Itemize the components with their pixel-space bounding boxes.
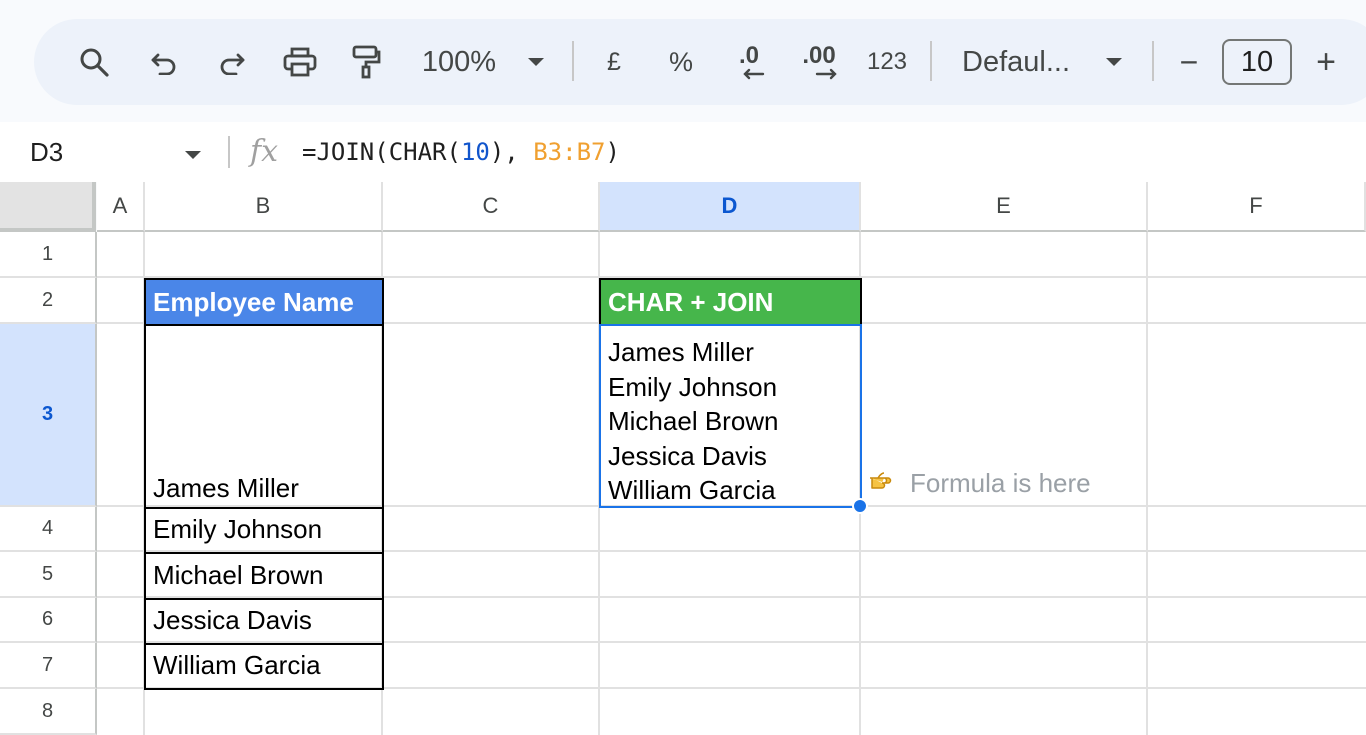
- toolbar: 100% £ % .0 .00 123 Defaul... − 10 +: [34, 19, 1366, 105]
- column-header-d[interactable]: D: [600, 182, 861, 232]
- formula-bar: D3 fx =JOIN(CHAR(10), B3:B7): [0, 122, 1366, 182]
- row-header-3[interactable]: 3: [0, 324, 97, 507]
- annotation-text: Formula is here: [910, 468, 1091, 498]
- increase-decimal-button[interactable]: .00: [794, 19, 844, 105]
- select-all-indicator: [0, 182, 96, 232]
- increase-font-size-button[interactable]: +: [1308, 19, 1344, 105]
- percent-button[interactable]: %: [664, 19, 698, 105]
- toolbar-area: 100% £ % .0 .00 123 Defaul... − 10 +: [0, 0, 1366, 122]
- search-icon[interactable]: [72, 19, 116, 105]
- cell-d3-selected[interactable]: James Miller Emily Johnson Michael Brown…: [599, 324, 862, 508]
- formula-input[interactable]: =JOIN(CHAR(10), B3:B7): [302, 136, 620, 168]
- currency-button[interactable]: £: [600, 19, 628, 105]
- zoom-value: 100%: [421, 45, 497, 78]
- undo-icon[interactable]: [144, 19, 184, 105]
- redo-icon[interactable]: [212, 19, 252, 105]
- row-header-1[interactable]: 1: [0, 232, 97, 278]
- font-family-select[interactable]: Defaul...: [962, 19, 1080, 105]
- gridline: [1146, 232, 1148, 735]
- toolbar-divider: [572, 41, 574, 81]
- cell-b2[interactable]: Employee Name: [144, 278, 384, 326]
- fill-handle[interactable]: [852, 498, 868, 514]
- cell-d2[interactable]: CHAR + JOIN: [599, 278, 862, 326]
- zoom-dropdown-icon[interactable]: [524, 19, 548, 105]
- arrow-left-icon: [743, 68, 765, 80]
- column-header-f[interactable]: F: [1148, 182, 1366, 232]
- cell-b3[interactable]: James Miller: [144, 324, 384, 509]
- cell-b4[interactable]: Emily Johnson: [144, 507, 384, 554]
- formula-bar-divider: [228, 136, 230, 168]
- cell-b5[interactable]: Michael Brown: [144, 552, 384, 600]
- result-line: Michael Brown: [608, 406, 779, 436]
- row-header-2[interactable]: 2: [0, 278, 97, 324]
- char-join-header: CHAR + JOIN: [608, 286, 774, 317]
- decrease-font-size-button[interactable]: −: [1172, 19, 1206, 105]
- name-box[interactable]: D3: [30, 132, 63, 172]
- number-format-button[interactable]: 123: [864, 19, 910, 105]
- zoom-select[interactable]: 100%: [418, 19, 500, 105]
- employee-name-header: Employee Name: [153, 286, 354, 317]
- toolbar-divider: [1152, 41, 1154, 81]
- row-header-5[interactable]: 5: [0, 552, 97, 598]
- row-header-8[interactable]: 8: [0, 689, 97, 735]
- annotation-note: Formula is here: [868, 468, 1091, 499]
- name-box-dropdown-icon[interactable]: [184, 147, 202, 165]
- result-line: Emily Johnson: [608, 371, 778, 402]
- spreadsheet-grid: A B C D E F 1 2 3 4 5 6 7 8 Employee Nam…: [0, 182, 1366, 735]
- font-dropdown-icon[interactable]: [1102, 19, 1126, 105]
- font-family-value: Defaul...: [962, 45, 1070, 78]
- select-all-corner[interactable]: [0, 182, 97, 232]
- cell-b6[interactable]: Jessica Davis: [144, 598, 384, 645]
- result-line: James Miller: [608, 337, 754, 367]
- print-icon[interactable]: [278, 19, 322, 105]
- column-header-b[interactable]: B: [145, 182, 383, 232]
- fx-icon: fx: [250, 134, 279, 169]
- column-header-e[interactable]: E: [861, 182, 1148, 232]
- paint-format-icon[interactable]: [346, 19, 386, 105]
- row-header-4[interactable]: 4: [0, 507, 97, 552]
- cell-b7[interactable]: William Garcia: [144, 643, 384, 690]
- result-line: Jessica Davis: [608, 440, 767, 471]
- arrow-right-icon: [815, 68, 837, 80]
- pointing-hand-icon: [868, 471, 898, 497]
- result-line: William Garcia: [608, 475, 776, 505]
- font-size-input[interactable]: 10: [1222, 39, 1292, 85]
- row-header-6[interactable]: 6: [0, 598, 97, 643]
- column-header-a[interactable]: A: [97, 182, 145, 232]
- toolbar-divider: [930, 41, 932, 81]
- decrease-decimal-button[interactable]: .0: [728, 19, 770, 105]
- column-header-c[interactable]: C: [383, 182, 600, 232]
- row-header-7[interactable]: 7: [0, 643, 97, 689]
